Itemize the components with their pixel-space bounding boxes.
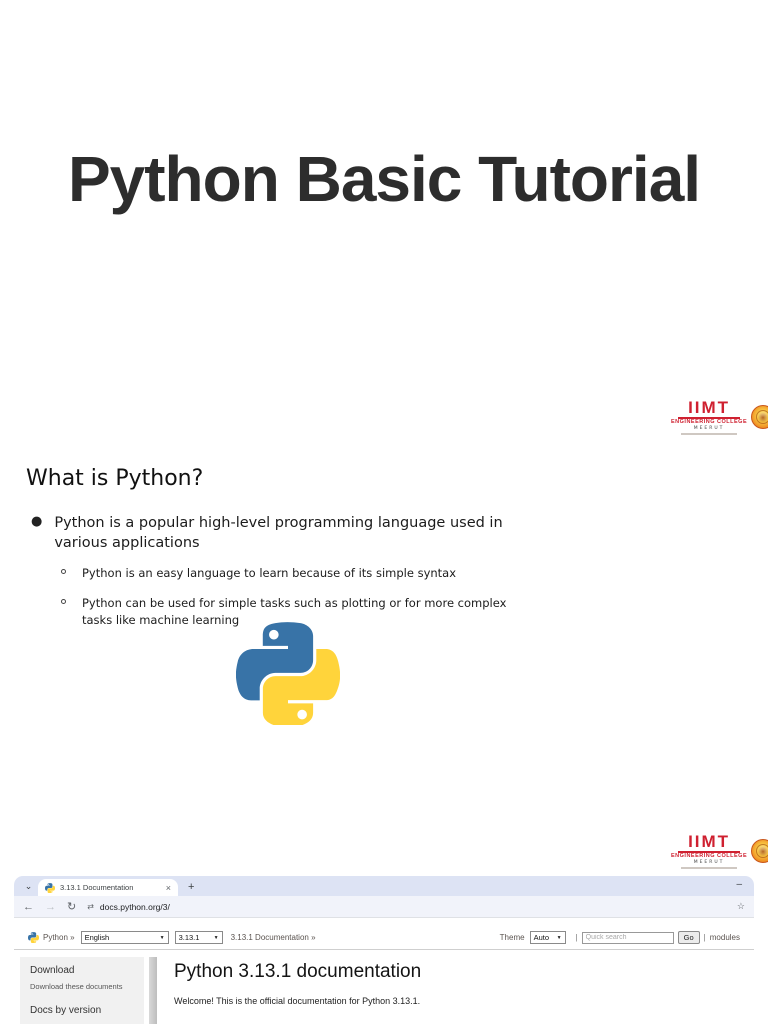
docs-page-title: Python 3.13.1 documentation: [174, 961, 422, 982]
iimt-logo-text: IIMT ENGINEERING COLLEGE MEERUT: [671, 833, 747, 869]
iimt-subtitle: ENGINEERING COLLEGE: [671, 419, 748, 426]
back-icon[interactable]: ←: [23, 901, 34, 913]
sub-bullet-text: Python is an easy language to learn beca…: [82, 566, 457, 580]
browser-toolbar: ← → ↻ ⇄ docs.python.org/3/ ☆: [14, 896, 754, 918]
quick-search-input[interactable]: [581, 931, 674, 944]
modules-link[interactable]: modules: [710, 933, 740, 942]
document-page: Python Basic Tutorial IIMT ENGINEERING C…: [0, 0, 768, 1024]
theme-select-value: Auto: [533, 933, 550, 942]
docs-brand-link[interactable]: Python »: [43, 933, 75, 942]
site-settings-icon[interactable]: ⇄: [87, 902, 94, 911]
version-select[interactable]: 3.13.1 ▼: [174, 931, 223, 944]
chevron-down-icon: ▼: [159, 934, 165, 941]
iimt-acronym: IIMT: [688, 832, 731, 852]
reload-icon[interactable]: ↻: [67, 900, 76, 913]
sub-bullet-item: Python is an easy language to learn beca…: [61, 565, 534, 582]
browser-tab[interactable]: 3.13.1 Documentation ×: [38, 879, 178, 896]
docs-content: Download Download these documents Docs b…: [14, 950, 754, 1024]
minimize-icon[interactable]: –: [736, 879, 742, 890]
slide2-heading: What is Python?: [26, 466, 204, 491]
browser-window: ⌄ 3.13.1 Documentation × + – ← → ↻ ⇄ doc…: [14, 876, 754, 1024]
python-favicon-icon: [45, 882, 55, 893]
chevron-down-icon: ▼: [556, 934, 562, 941]
python-logo-icon: [28, 932, 39, 943]
url-text[interactable]: docs.python.org/3/: [100, 902, 170, 912]
iimt-logo-text: IIMT ENGINEERING COLLEGE MEERUT: [671, 399, 747, 435]
forward-icon[interactable]: →: [45, 901, 56, 913]
nav-separator: |: [703, 933, 706, 942]
sidebar-heading-docs-by-version: Docs by version: [30, 1005, 102, 1016]
iimt-subtitle: ENGINEERING COLLEGE: [671, 853, 748, 860]
sidebar-link-download-documents[interactable]: Download these documents: [30, 982, 134, 991]
docs-nav-bar: Python » English ▼ 3.13.1 ▼ 3.13.1 Docum…: [14, 926, 754, 949]
address-bar[interactable]: ⇄ docs.python.org/3/: [87, 902, 737, 912]
docs-nav-right: Theme Auto ▼ | Go | modules: [500, 931, 740, 944]
bullet-dot: ●: [31, 514, 43, 529]
tab-close-icon[interactable]: ×: [166, 883, 171, 893]
theme-select[interactable]: Auto ▼: [529, 931, 566, 944]
tab-title: 3.13.1 Documentation: [60, 883, 134, 892]
slide1-title: Python Basic Tutorial: [67, 143, 701, 215]
python-logo-icon: [236, 622, 340, 725]
new-tab-icon[interactable]: +: [188, 881, 194, 893]
sub-bullet-circle: [61, 599, 66, 604]
breadcrumb[interactable]: 3.13.1 Documentation »: [231, 933, 316, 942]
iimt-city: MEERUT: [693, 425, 725, 431]
sidebar-heading-download: Download: [30, 965, 75, 976]
bullet-text: Python is a popular high-level programmi…: [54, 515, 503, 551]
iimt-seal-icon: [751, 405, 768, 429]
sub-bullet-circle: [61, 569, 66, 574]
language-select[interactable]: English ▼: [80, 931, 169, 944]
tab-search-chevron-icon[interactable]: ⌄: [22, 880, 35, 893]
chevron-down-icon: ▼: [213, 934, 219, 941]
iimt-city: MEERUT: [693, 859, 725, 865]
browser-tab-strip: ⌄ 3.13.1 Documentation × + –: [14, 876, 754, 896]
bookmark-star-icon[interactable]: ☆: [737, 901, 745, 912]
iimt-college-logo: IIMT ENGINEERING COLLEGE MEERUT: [671, 398, 768, 436]
go-button[interactable]: Go: [677, 931, 700, 944]
theme-label: Theme: [499, 933, 525, 942]
sidebar-collapse-handle[interactable]: [149, 957, 157, 1024]
iimt-college-logo: IIMT ENGINEERING COLLEGE MEERUT: [671, 832, 768, 870]
docs-main: Python 3.13.1 documentation Welcome! Thi…: [157, 957, 421, 1024]
docs-welcome-text: Welcome! This is the official documentat…: [174, 996, 421, 1006]
language-select-value: English: [84, 933, 110, 942]
iimt-seal-icon: [751, 839, 768, 863]
iimt-acronym: IIMT: [688, 398, 731, 418]
bullet-item: ● Python is a popular high-level program…: [31, 513, 516, 553]
iimt-tagline-line: [681, 866, 738, 869]
iimt-tagline-line: [681, 432, 738, 435]
docs-sidebar: Download Download these documents Docs b…: [20, 957, 144, 1024]
nav-separator: |: [575, 933, 578, 942]
version-select-value: 3.13.1: [178, 933, 200, 942]
